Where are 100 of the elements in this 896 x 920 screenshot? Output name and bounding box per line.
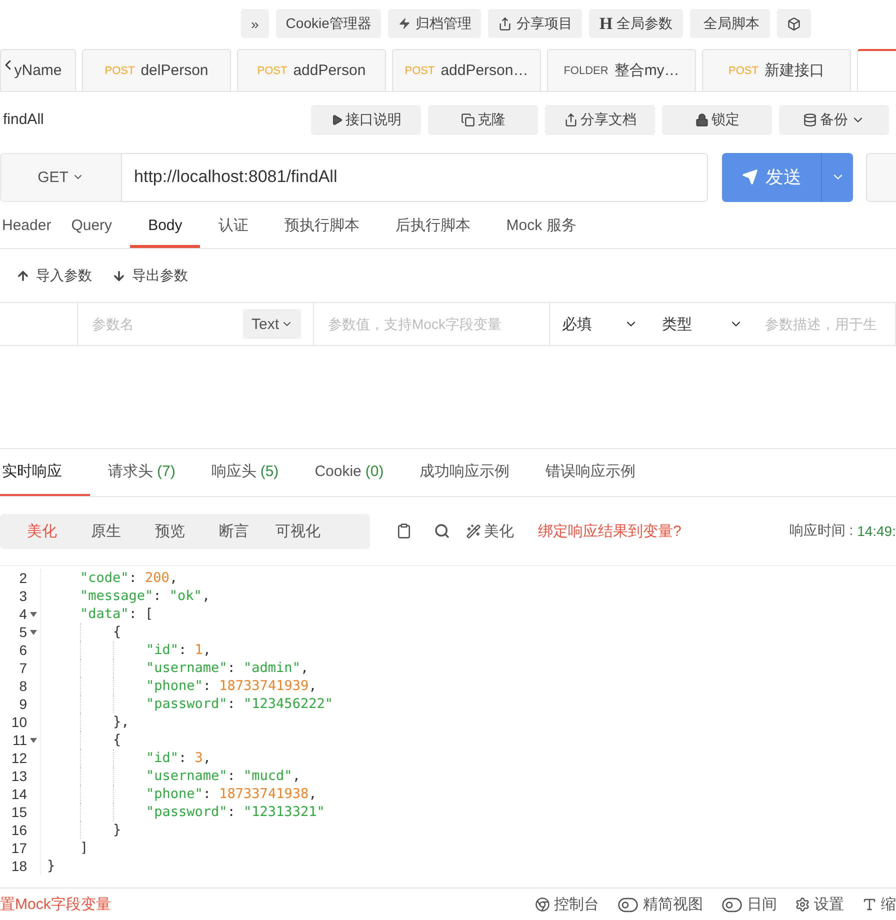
code-line: "phone": 18733741938, — [146, 786, 317, 802]
param-tab[interactable]: 预执行脚本 — [266, 205, 378, 248]
line-number: 17 — [10, 840, 27, 856]
view-mode-tab[interactable]: 原生 — [74, 522, 138, 540]
code-line: } — [47, 858, 56, 874]
toolbar-button[interactable]: 分享项目 — [488, 9, 582, 38]
request-tab[interactable]: yName — [0, 49, 76, 91]
toolbar-button[interactable] — [776, 9, 811, 38]
view-mode-tab[interactable]: 可视化 — [266, 522, 330, 540]
code-line: "code": 200, — [80, 570, 178, 586]
action-button[interactable]: 接口说明 — [311, 104, 421, 134]
send-menu-button[interactable] — [821, 152, 854, 202]
lock-icon — [694, 112, 708, 126]
response-time: 14:49: — [857, 523, 896, 539]
magic-wand-icon — [466, 524, 481, 538]
code-line: ] — [80, 840, 88, 856]
param-tab[interactable]: Mock 服务 — [488, 205, 594, 248]
share-icon — [498, 16, 512, 30]
api-name: findAll — [3, 111, 45, 128]
required-select[interactable]: 必填 — [562, 314, 638, 334]
send-icon — [742, 169, 758, 185]
code-line: "id": 1, — [146, 642, 212, 658]
toolbar-button[interactable]: Cookie管理器 — [276, 9, 382, 38]
action-button[interactable]: 分享文档 — [545, 104, 655, 134]
line-number: 8 — [18, 678, 27, 694]
type-select[interactable]: Text — [243, 309, 301, 339]
method-select[interactable]: GET — [0, 152, 122, 202]
code-line: "username": "mucd", — [146, 768, 300, 784]
action-button[interactable]: 锁定 — [662, 104, 772, 134]
font-icon — [862, 897, 877, 912]
line-number: 5 — [18, 624, 27, 640]
param-tab[interactable]: Header — [0, 205, 54, 248]
param-tab[interactable]: Query — [53, 205, 130, 248]
code-line: "data": [ — [80, 606, 154, 622]
status-bar-item[interactable]: 控制台 — [535, 895, 599, 914]
response-tab[interactable]: 实时响应 — [0, 449, 90, 496]
status-bar-item[interactable]: 设置 — [795, 895, 844, 914]
line-number: 14 — [10, 786, 27, 802]
request-tab[interactable]: FOLDER 整合my… — [547, 49, 696, 91]
beautify-button[interactable]: 美化 — [466, 522, 514, 540]
response-tab[interactable]: 响应头 (5) — [193, 449, 297, 496]
toolbar-button[interactable]: H 全局参数 — [589, 9, 683, 38]
bind-variable-link[interactable]: 绑定响应结果到变量? — [538, 522, 682, 540]
fold-caret-icon[interactable] — [30, 738, 37, 742]
param-tab[interactable]: 后执行脚本 — [377, 205, 488, 248]
toolbar-button[interactable]: » — [241, 9, 269, 38]
action-button[interactable]: 备份 — [779, 104, 889, 134]
settings-icon — [795, 897, 810, 912]
import-export-button[interactable]: 导入参数 — [16, 266, 92, 284]
line-number: 16 — [10, 822, 27, 838]
bolt-icon — [398, 17, 412, 30]
request-tab[interactable]: POST addPerson — [237, 49, 386, 91]
status-bar-item[interactable]: 日间 — [721, 894, 777, 916]
mock-variable-link[interactable]: 置Mock字段变量 — [0, 895, 111, 914]
search-button[interactable] — [434, 523, 450, 539]
view-mode-tab[interactable]: 断言 — [202, 522, 266, 540]
field-type-select[interactable]: 类型 — [662, 314, 743, 334]
request-tab[interactable]: POST 新建接口 — [702, 49, 851, 91]
code-line: "message": "ok", — [80, 588, 210, 604]
param-tab[interactable]: 认证 — [200, 205, 266, 248]
code-line: "password": "12313321" — [146, 804, 325, 820]
request-tab[interactable]: POST delPerson — [82, 49, 231, 91]
line-number: 7 — [18, 660, 27, 676]
code-line: "phone": 18733741939, — [146, 678, 317, 694]
clipboard-icon — [396, 523, 412, 539]
code-line: "password": "123456222" — [146, 696, 333, 712]
fold-caret-icon[interactable] — [30, 630, 37, 634]
search-icon — [434, 523, 450, 539]
response-time-label: 响应时间 : — [789, 522, 854, 540]
line-number: 18 — [10, 858, 27, 874]
response-tab[interactable]: 请求头 (7) — [90, 449, 194, 496]
response-tab[interactable]: 错误响应示例 — [528, 449, 654, 496]
request-tab[interactable]: POST addPerson… — [392, 49, 541, 91]
copy-icon — [460, 112, 474, 126]
response-tab[interactable]: 成功响应示例 — [402, 449, 528, 496]
param-tab[interactable]: Body — [130, 205, 200, 248]
import-export-button[interactable]: 导出参数 — [112, 266, 188, 284]
view-mode-tab[interactable]: 预览 — [138, 522, 202, 540]
line-number: 11 — [11, 732, 27, 748]
line-number: 4 — [18, 606, 27, 622]
code-line: "username": "admin", — [146, 660, 309, 676]
status-bar-item[interactable]: 缩 — [862, 895, 896, 914]
status-bar-item[interactable]: 精简视图 — [617, 894, 703, 916]
fold-caret-icon[interactable] — [30, 612, 37, 616]
url-field[interactable]: http://localhost:8081/findAll — [121, 152, 708, 202]
response-tab[interactable]: Cookie (0) — [296, 449, 402, 496]
code-line: "id": 3, — [146, 750, 212, 766]
line-number: 6 — [18, 642, 27, 658]
database-icon — [803, 112, 817, 126]
copy-button[interactable] — [396, 523, 412, 539]
code-line: { — [113, 624, 122, 640]
action-button[interactable]: 克隆 — [428, 104, 538, 134]
toolbar-button[interactable]: 归档管理 — [388, 9, 482, 38]
code-line: } — [113, 822, 122, 838]
toolbar-button[interactable]: 全局脚本 — [690, 9, 770, 38]
code-line: { — [113, 732, 122, 748]
line-number: 9 — [18, 696, 27, 712]
code-line: }, — [113, 714, 130, 730]
line-number: 2 — [18, 570, 27, 586]
line-number: 13 — [10, 768, 27, 784]
